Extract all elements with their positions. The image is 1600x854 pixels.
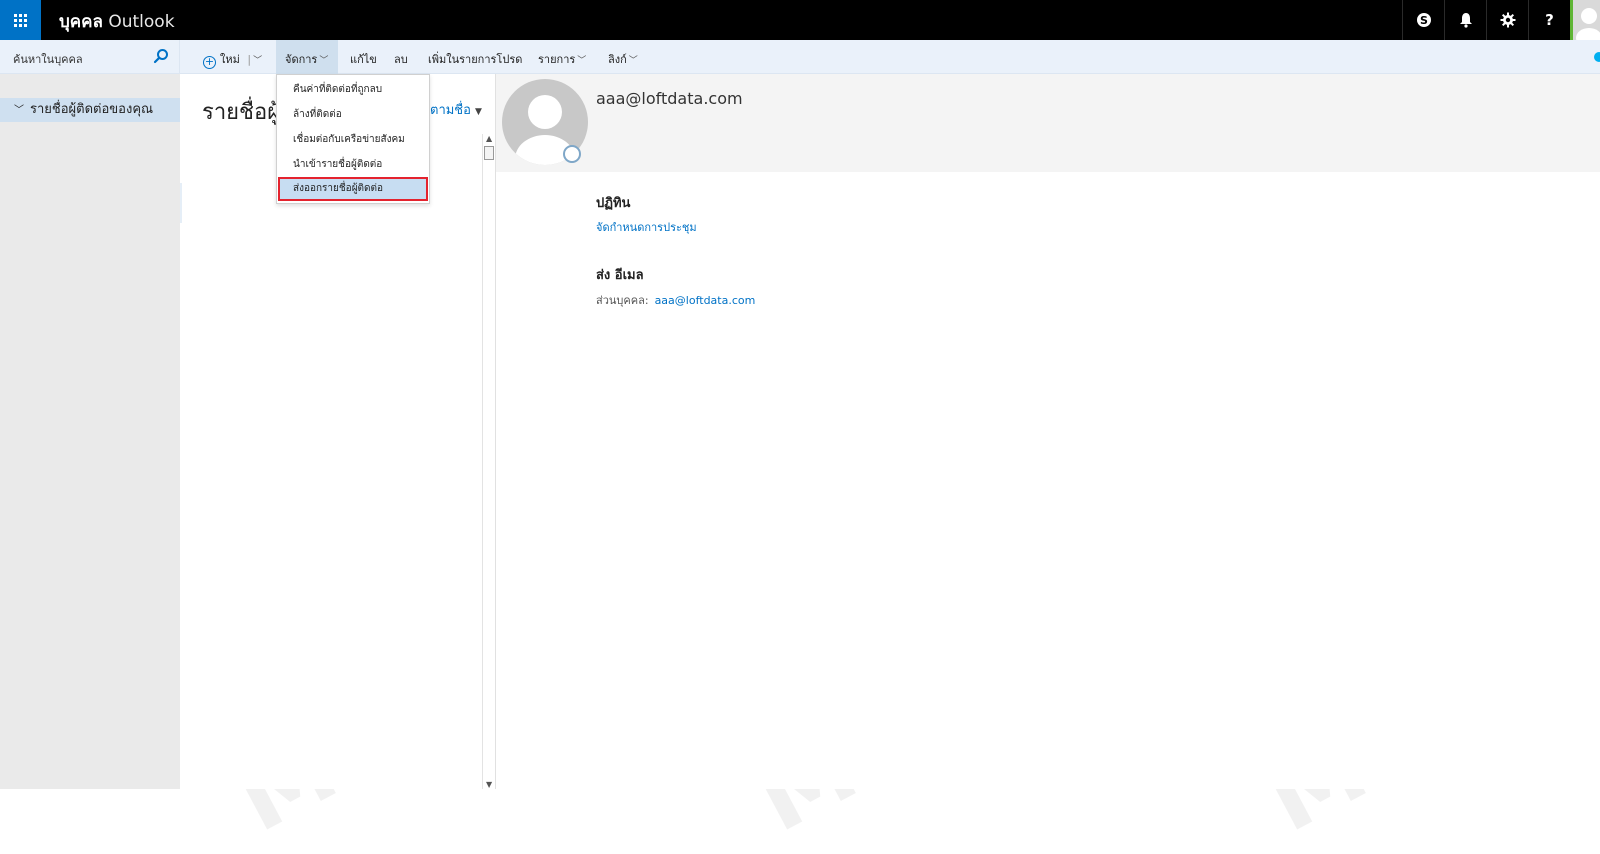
scroll-down-arrow-icon[interactable]: ▼ xyxy=(486,780,492,789)
skype-icon: S xyxy=(1416,13,1431,27)
settings-button[interactable] xyxy=(1486,0,1528,40)
scrollbar[interactable]: ▲ ▼ xyxy=(482,134,495,789)
sort-dropdown[interactable]: ตามชื่อ ▼ xyxy=(430,99,482,120)
svg-text:S: S xyxy=(1420,14,1428,27)
skype-status-icon xyxy=(1594,52,1600,62)
menu-item-connect-social[interactable]: เชื่อมต่อกับเครือข่ายสังคม xyxy=(277,129,429,151)
list-button-label: รายการ xyxy=(538,53,576,66)
app-title-people: บุคคล xyxy=(59,12,103,32)
manage-button-label: จัดการ xyxy=(285,53,318,66)
skype-button[interactable]: S xyxy=(1402,0,1444,40)
list-edge xyxy=(180,183,182,223)
app-title[interactable]: บุคคล Outlook xyxy=(59,8,175,35)
calendar-section-title: ปฏิทิน xyxy=(596,196,631,211)
gear-icon xyxy=(1500,12,1515,28)
bell-icon xyxy=(1459,13,1472,28)
search-box[interactable]: ค้นหาในบุคคล xyxy=(0,40,180,74)
search-input[interactable]: ค้นหาในบุคคล xyxy=(13,50,83,68)
manage-button[interactable]: จัดการ ﹀ xyxy=(285,50,328,68)
notifications-button[interactable] xyxy=(1444,0,1486,40)
list-title: รายชื่อผู้ติดต่อ xyxy=(202,100,282,125)
chevron-down-icon: ﹀ xyxy=(319,56,329,66)
left-nav: ﹀ รายชื่อผู้ติดต่อของคุณ xyxy=(0,74,180,789)
menu-item-export-contacts[interactable]: ส่งออกรายชื่อผู้ติดต่อ xyxy=(278,177,428,201)
add-to-favorites-button[interactable]: เพิ่มในรายการโปรด xyxy=(428,50,522,68)
waffle-icon xyxy=(14,13,27,27)
caret-down-icon: ▼ xyxy=(474,107,482,117)
top-icons: S ? xyxy=(1402,0,1570,40)
plus-circle-icon: + xyxy=(203,55,216,69)
nav-item-label: รายชื่อผู้ติดต่อของคุณ xyxy=(30,102,154,117)
list-button[interactable]: รายการ ﹀ xyxy=(538,50,586,68)
link-button[interactable]: ลิงก์ ﹀ xyxy=(608,50,638,68)
menu-item-import-contacts[interactable]: นำเข้ารายชื่อผู้ติดต่อ xyxy=(277,154,429,176)
edit-button[interactable]: แก้ไข xyxy=(350,50,377,68)
send-email-section-title: ส่ง อีเมล xyxy=(596,268,644,283)
sort-label: ตามชื่อ xyxy=(430,103,471,118)
presence-status-icon xyxy=(563,145,581,163)
scroll-up-arrow-icon[interactable]: ▲ xyxy=(486,134,492,143)
personal-email-label: ส่วนบุคคล: xyxy=(596,294,649,307)
chevron-down-icon[interactable]: ﹀ xyxy=(253,56,262,66)
manage-menu: คืนค่าที่ติดต่อที่ถูกลบ ล้างที่ติดต่อ เช… xyxy=(276,74,430,204)
delete-button-label: ลบ xyxy=(394,53,408,66)
contact-details-pane: aaa@loftdata.com ปฏิทิน จัดกำหนดการประชุ… xyxy=(496,74,1600,789)
new-button-label: ใหม่ xyxy=(220,53,240,66)
contact-header: aaa@loftdata.com xyxy=(496,74,1600,172)
help-icon: ? xyxy=(1545,11,1554,29)
menu-item-clean-up-contacts[interactable]: ล้างที่ติดต่อ xyxy=(277,104,429,126)
edit-button-label: แก้ไข xyxy=(350,53,377,66)
personal-email-link[interactable]: aaa@loftdata.com xyxy=(655,294,756,307)
menu-item-restore-deleted[interactable]: คืนค่าที่ติดต่อที่ถูกลบ xyxy=(277,79,429,101)
chevron-down-icon: ﹀ xyxy=(628,56,638,66)
help-button[interactable]: ? xyxy=(1528,0,1570,40)
app-launcher-button[interactable] xyxy=(0,0,41,40)
top-bar: บุคคล Outlook S ? xyxy=(0,0,1600,40)
delete-button[interactable]: ลบ xyxy=(394,50,408,68)
link-button-label: ลิงก์ xyxy=(608,53,627,66)
schedule-meeting-link[interactable]: จัดกำหนดการประชุม xyxy=(596,218,697,236)
new-button[interactable]: + ใหม่ | ﹀ xyxy=(203,50,262,69)
chevron-down-icon[interactable]: ﹀ xyxy=(14,105,24,116)
app-title-outlook: Outlook xyxy=(108,12,175,32)
scrollbar-thumb[interactable] xyxy=(484,146,494,160)
separator: | xyxy=(247,53,252,66)
chevron-down-icon: ﹀ xyxy=(577,56,587,66)
search-icon[interactable] xyxy=(153,48,169,64)
personal-email-row: ส่วนบุคคล: aaa@loftdata.com xyxy=(596,291,755,309)
nav-item-your-contacts[interactable]: ﹀ รายชื่อผู้ติดต่อของคุณ xyxy=(0,98,180,122)
user-avatar[interactable] xyxy=(1570,0,1600,40)
add-to-favorites-label: เพิ่มในรายการโปรด xyxy=(428,53,523,66)
person-icon xyxy=(1576,8,1600,40)
contact-email-title: aaa@loftdata.com xyxy=(596,89,743,108)
